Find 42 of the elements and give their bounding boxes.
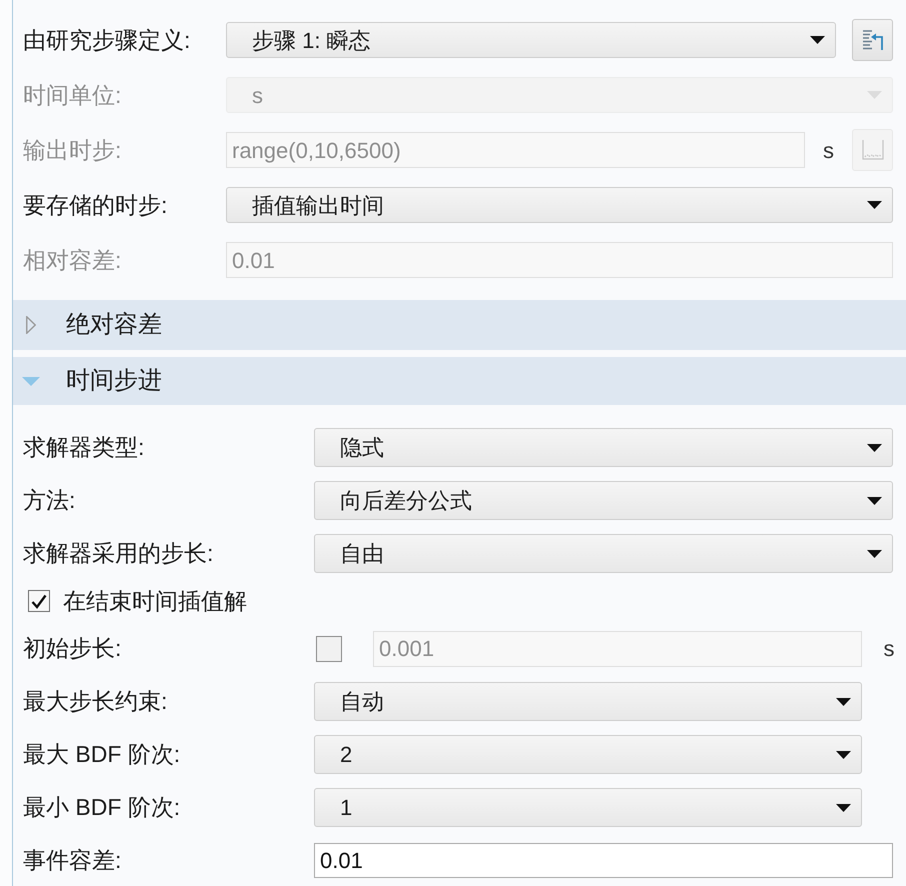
go-to-source-button[interactable] <box>852 19 893 61</box>
caret-down-icon <box>836 750 851 758</box>
triangle-right-icon <box>26 316 36 334</box>
dropdown[interactable]: 步骤 1: 瞬态 <box>226 22 836 58</box>
checkbox-label: 在结束时间插值解 <box>63 586 247 616</box>
unit-label: s <box>884 635 894 663</box>
unit-label: s <box>823 136 834 164</box>
field-label: 要存储的时步: <box>23 192 168 218</box>
field-label: 求解器类型: <box>23 434 144 460</box>
field-label: 最大步长约束: <box>23 688 168 714</box>
field-label: 输出时步: <box>23 136 122 163</box>
caret-down-icon <box>867 550 882 558</box>
dropdown[interactable]: 1 <box>314 788 862 827</box>
dropdown[interactable]: 自动 <box>314 682 862 721</box>
dropdown[interactable]: 2 <box>314 735 862 774</box>
field-label: 事件容差: <box>23 847 122 874</box>
dropdown[interactable]: 向后差分公式 <box>314 481 893 520</box>
caret-down-icon <box>836 804 851 812</box>
field-label: 相对容差: <box>23 246 122 273</box>
field-label: 时间单位: <box>23 82 122 108</box>
caret-down-icon <box>836 698 851 706</box>
section-header[interactable]: 时间步进 <box>13 357 906 405</box>
field-label: 求解器采用的步长: <box>23 540 214 566</box>
caret-down-icon <box>810 36 825 44</box>
checkbox[interactable] <box>28 590 50 612</box>
field-label: 由研究步骤定义: <box>23 26 190 53</box>
triangle-down-icon <box>22 376 40 386</box>
dropdown[interactable]: 隐式 <box>314 428 893 467</box>
section-header[interactable]: 绝对容差 <box>13 300 906 350</box>
bracket-icon <box>860 140 884 160</box>
caret-down-icon <box>867 444 882 452</box>
input-field[interactable]: 0.01 <box>314 843 893 878</box>
dropdown[interactable]: 插值输出时间 <box>226 187 893 223</box>
dropdown[interactable]: 自由 <box>314 534 893 573</box>
lines-arrow-icon <box>860 28 884 52</box>
field-label: 方法: <box>23 487 76 514</box>
check-icon <box>31 594 47 608</box>
field-label: 最小 BDF 阶次: <box>23 794 180 820</box>
field-label: 初始步长: <box>23 635 122 662</box>
caret-down-icon <box>867 201 882 209</box>
field-label: 最大 BDF 阶次: <box>23 741 180 768</box>
caret-down-icon <box>867 496 882 504</box>
